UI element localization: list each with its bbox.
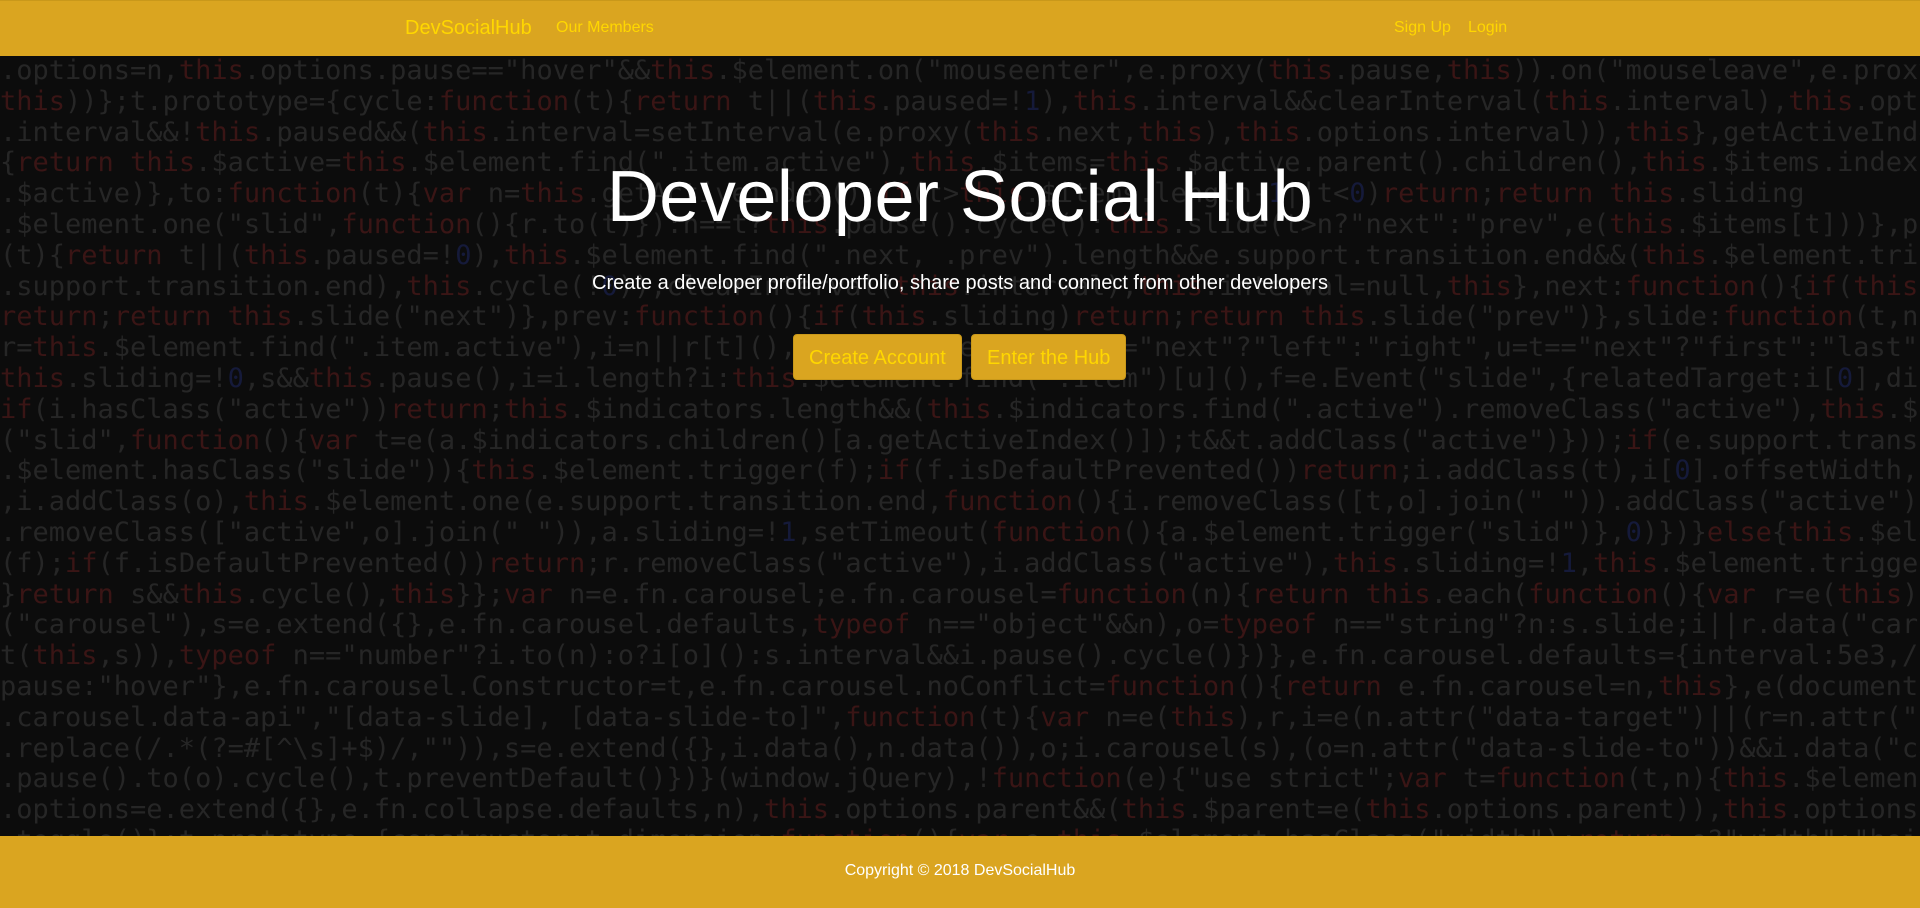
footer: Copyright © 2018 DevSocialHub [0, 836, 1920, 908]
nav-link-our-members[interactable]: Our Members [556, 19, 654, 37]
hero-subtitle: Create a developer profile/portfolio, sh… [592, 272, 1328, 294]
hero-section: .options=n,this.options.pause=="hover"&&… [0, 56, 1920, 836]
hero-title: Developer Social Hub [606, 157, 1314, 237]
footer-copyright: Copyright © 2018 DevSocialHub [844, 862, 1076, 879]
nav-link-login[interactable]: Login [1468, 19, 1507, 37]
create-account-button[interactable]: Create Account [793, 334, 962, 380]
enter-hub-button[interactable]: Enter the Hub [971, 334, 1127, 380]
brand-link[interactable]: DevSocialHub [405, 17, 532, 40]
navbar: DevSocialHub Our Members Sign Up Login [0, 0, 1920, 56]
nav-link-sign-up[interactable]: Sign Up [1394, 19, 1451, 37]
